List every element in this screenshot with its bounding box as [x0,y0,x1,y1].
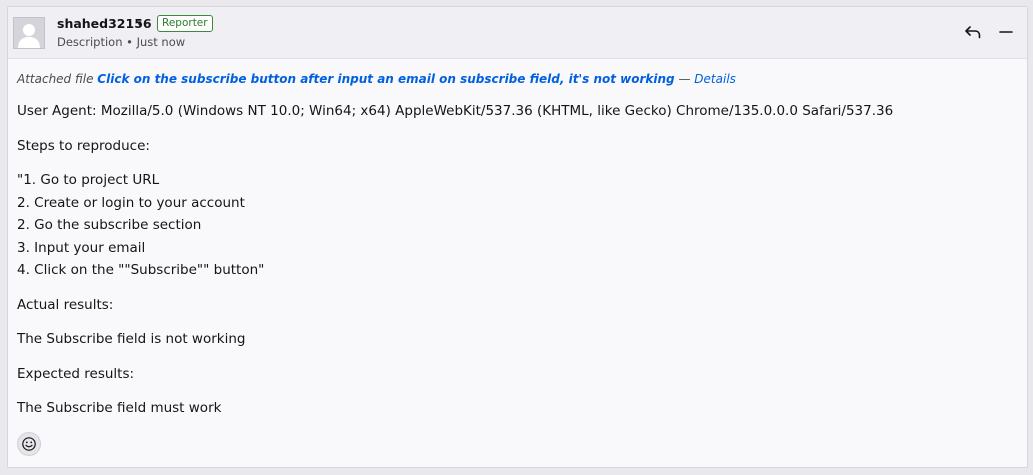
default-user-icon [14,18,44,48]
actual-results-text: The Subscribe field is not working [17,331,246,347]
details-link[interactable]: Details [694,72,736,86]
reply-icon[interactable] [964,23,982,41]
comment-header: shahed32156 ▾ Reporter Description • Jus… [8,7,1027,59]
role-badge: Reporter [157,15,213,32]
step-line: 3. Input your email [17,240,146,256]
attachment-line: Attached file Click on the subscribe but… [17,72,736,86]
avatar[interactable] [13,17,45,49]
step-line: 4. Click on the ""Subscribe"" button" [17,262,265,278]
step-line: 2. Go the subscribe section [17,217,202,233]
expected-results-text: The Subscribe field must work [17,400,222,416]
collapse-icon[interactable] [997,23,1015,41]
actual-results-heading: Actual results: [17,297,114,313]
attachment-separator: — [678,72,691,86]
steps-heading: Steps to reproduce: [17,138,150,154]
user-agent-text: User Agent: Mozilla/5.0 (Windows NT 10.0… [17,103,894,119]
attachment-link[interactable]: Click on the subscribe button after inpu… [97,72,674,86]
author-menu-caret-icon[interactable]: ▾ [137,19,142,29]
step-line: 2. Create or login to your account [17,195,245,211]
comment-meta: Description • Just now [57,35,186,49]
expected-results-heading: Expected results: [17,366,135,382]
attachment-prefix: Attached file [17,72,94,86]
add-reaction-button[interactable] [17,432,41,456]
smiley-icon [22,437,36,451]
comment-card: shahed32156 ▾ Reporter Description • Jus… [7,6,1028,468]
step-line: "1. Go to project URL [17,172,160,188]
